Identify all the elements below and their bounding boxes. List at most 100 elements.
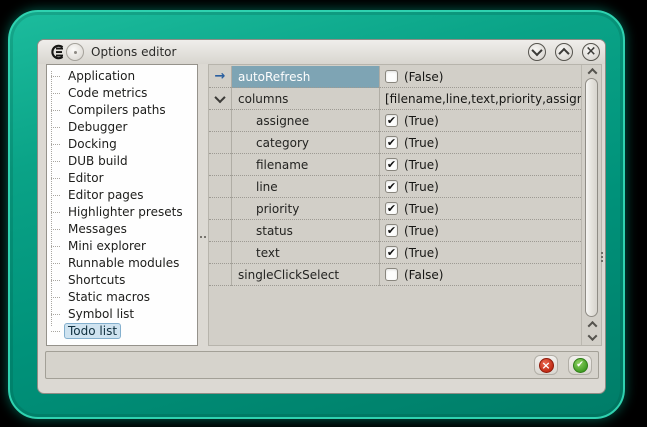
property-value[interactable]: [filename,line,text,priority,assigne — [379, 88, 581, 110]
grid-row-status[interactable]: status✔(True) — [209, 220, 581, 242]
property-name[interactable]: filename — [231, 154, 379, 176]
collapse-toggle[interactable] — [209, 88, 231, 110]
property-name[interactable]: autoRefresh — [231, 66, 379, 88]
arrow-right-icon: → — [215, 70, 226, 83]
vertical-scrollbar[interactable] — [581, 65, 601, 345]
chevron-down-icon — [214, 91, 225, 102]
scroll-down-button[interactable] — [582, 331, 602, 344]
property-name[interactable]: singleClickSelect — [231, 264, 379, 286]
sidebar-item-label: Editor pages — [64, 187, 148, 203]
grid-row-category[interactable]: category ✔ (True) — [209, 132, 581, 154]
grid-row-text[interactable]: text ✔ (True) — [209, 242, 581, 264]
shade-button[interactable] — [528, 43, 546, 61]
property-value[interactable]: ✔ (True) — [379, 110, 581, 132]
scrollbar-thumb[interactable] — [585, 78, 598, 317]
row-marker-empty — [209, 110, 231, 132]
checkbox-checked[interactable]: ✔ — [385, 158, 398, 171]
grid-row-columns[interactable]: columns[filename,line,text,priority,assi… — [209, 88, 581, 110]
row-marker-empty — [209, 154, 231, 176]
panel-splitter[interactable] — [198, 64, 208, 346]
row-marker-empty — [209, 242, 231, 264]
sidebar-item-editor[interactable]: Editor — [47, 170, 197, 187]
titlebar[interactable]: Options editor × — [38, 40, 605, 64]
property-name[interactable]: priority — [231, 198, 379, 220]
chevron-up-icon — [587, 68, 597, 78]
coedit-logo-icon — [49, 44, 65, 60]
checkbox-checked[interactable]: ✔ — [385, 114, 398, 127]
sidebar-item-editor-pages[interactable]: Editor pages — [47, 187, 197, 204]
property-name[interactable]: line — [231, 176, 379, 198]
checkbox-checked[interactable]: ✔ — [385, 180, 398, 193]
close-icon: × — [586, 45, 597, 58]
property-value[interactable]: (False) — [379, 264, 581, 286]
sidebar-item-label: Code metrics — [64, 85, 151, 101]
grid-row-autorefresh[interactable]: → autoRefresh (False) — [209, 66, 581, 88]
property-name[interactable]: text — [231, 242, 379, 264]
property-value[interactable]: ✔(True) — [379, 154, 581, 176]
property-name[interactable]: status — [231, 220, 379, 242]
property-value[interactable]: (False) — [379, 66, 581, 88]
property-value[interactable]: ✔ (True) — [379, 132, 581, 154]
grid-row-singleclickselect[interactable]: singleClickSelect(False) — [209, 264, 581, 286]
footer-bar: × ✔ — [45, 351, 599, 379]
cancel-button[interactable]: × — [534, 355, 558, 375]
value-label: (True) — [404, 246, 439, 260]
row-marker-empty — [209, 220, 231, 242]
window-menu-button[interactable] — [66, 43, 84, 61]
sidebar-item-label: Compilers paths — [64, 102, 170, 118]
resize-grip-icon[interactable] — [601, 252, 603, 254]
checkbox-checked[interactable]: ✔ — [385, 224, 398, 237]
accept-icon: ✔ — [573, 358, 588, 373]
checkbox-checked[interactable]: ✔ — [385, 246, 398, 259]
sidebar-item-shortcuts[interactable]: Shortcuts — [47, 272, 197, 289]
sidebar-item-symbol-list[interactable]: Symbol list — [47, 306, 197, 323]
value-label: (True) — [404, 114, 439, 128]
property-name[interactable]: category — [231, 132, 379, 154]
grid-row-priority[interactable]: priority✔(True) — [209, 198, 581, 220]
scroll-up-button-bottom[interactable] — [582, 318, 602, 331]
sidebar-item-label: Static macros — [64, 289, 154, 305]
sidebar-item-todo-list[interactable]: Todo list — [47, 323, 197, 340]
grid-row-assignee[interactable]: assignee ✔ (True) — [209, 110, 581, 132]
value-label: (True) — [404, 180, 439, 194]
sidebar-item-debugger[interactable]: Debugger — [47, 119, 197, 136]
sidebar-item-label: Editor — [64, 170, 108, 186]
checkbox-checked[interactable]: ✔ — [385, 202, 398, 215]
sidebar-item-dub-build[interactable]: DUB build — [47, 153, 197, 170]
property-value[interactable]: ✔ (True) — [379, 242, 581, 264]
chevron-up-icon — [558, 48, 569, 59]
sidebar-item-label: Symbol list — [64, 306, 138, 322]
value-label: (False) — [404, 70, 444, 84]
value-label: (True) — [404, 136, 439, 150]
scroll-up-button[interactable] — [582, 65, 602, 78]
property-rows: → autoRefresh (False) columns[filename,line… — [209, 66, 581, 286]
property-value[interactable]: ✔(True) — [379, 198, 581, 220]
close-button[interactable]: × — [582, 43, 600, 61]
sidebar-item-code-metrics[interactable]: Code metrics — [47, 85, 197, 102]
property-value[interactable]: ✔ (True) — [379, 176, 581, 198]
sidebar-item-docking[interactable]: Docking — [47, 136, 197, 153]
row-marker-empty — [209, 132, 231, 154]
property-name[interactable]: columns — [231, 88, 379, 110]
sidebar-item-mini-explorer[interactable]: Mini explorer — [47, 238, 197, 255]
sidebar-item-messages[interactable]: Messages — [47, 221, 197, 238]
grid-row-filename[interactable]: filename✔(True) — [209, 154, 581, 176]
sidebar-item-highlighter-presets[interactable]: Highlighter presets — [47, 204, 197, 221]
grid-row-line[interactable]: line ✔ (True) — [209, 176, 581, 198]
sidebar-item-label: DUB build — [64, 153, 132, 169]
checkbox-checked[interactable]: ✔ — [385, 136, 398, 149]
sidebar-item-application[interactable]: Application — [47, 68, 197, 85]
sidebar-item-label: Debugger — [64, 119, 131, 135]
sidebar-item-runnable-modules[interactable]: Runnable modules — [47, 255, 197, 272]
checkbox-unchecked[interactable] — [385, 70, 398, 83]
cancel-icon: × — [539, 358, 554, 373]
sidebar-item-static-macros[interactable]: Static macros — [47, 289, 197, 306]
checkbox-unchecked[interactable] — [385, 268, 398, 281]
chevron-down-icon — [531, 45, 542, 56]
options-editor-window: Options editor × ApplicationCode metrics… — [37, 39, 606, 394]
maximize-button[interactable] — [555, 43, 573, 61]
sidebar-item-compilers-paths[interactable]: Compilers paths — [47, 102, 197, 119]
property-value[interactable]: ✔(True) — [379, 220, 581, 242]
accept-button[interactable]: ✔ — [568, 355, 592, 375]
property-name[interactable]: assignee — [231, 110, 379, 132]
